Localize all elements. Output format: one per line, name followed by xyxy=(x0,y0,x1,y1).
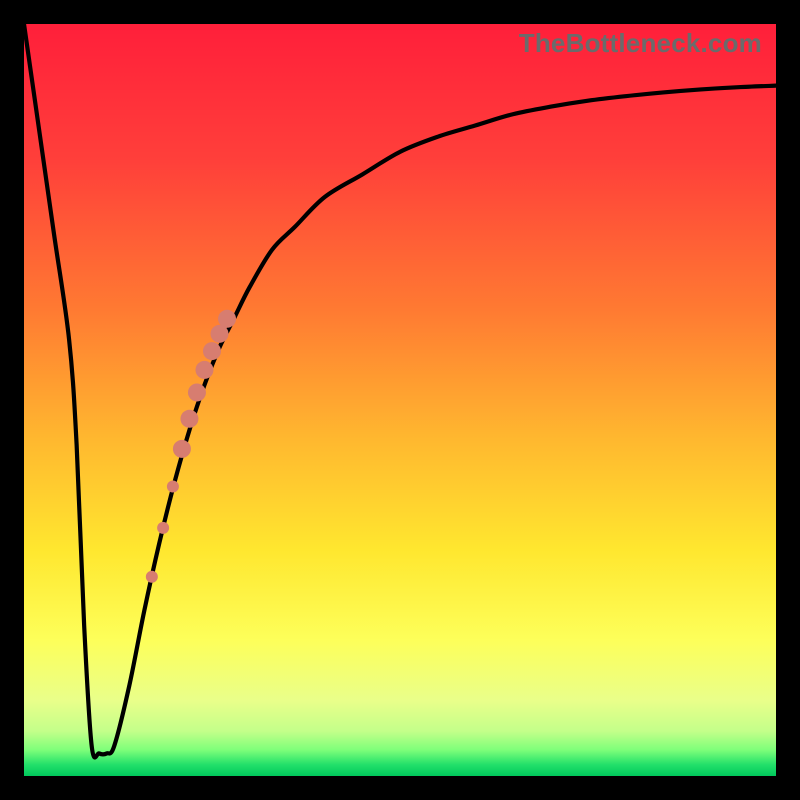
highlight-dot xyxy=(167,480,179,492)
highlight-dot xyxy=(146,571,158,583)
highlight-dot xyxy=(180,410,198,428)
highlight-dot xyxy=(157,522,169,534)
plot-area: TheBottleneck.com xyxy=(24,24,776,776)
highlight-dot xyxy=(195,361,213,379)
watermark-text: TheBottleneck.com xyxy=(519,28,762,59)
highlight-dot xyxy=(188,383,206,401)
gradient-background xyxy=(24,24,776,776)
highlight-dot xyxy=(203,342,221,360)
highlight-dot xyxy=(218,310,236,328)
chart-svg xyxy=(24,24,776,776)
chart-frame: TheBottleneck.com xyxy=(0,0,800,800)
highlight-dot xyxy=(173,440,191,458)
